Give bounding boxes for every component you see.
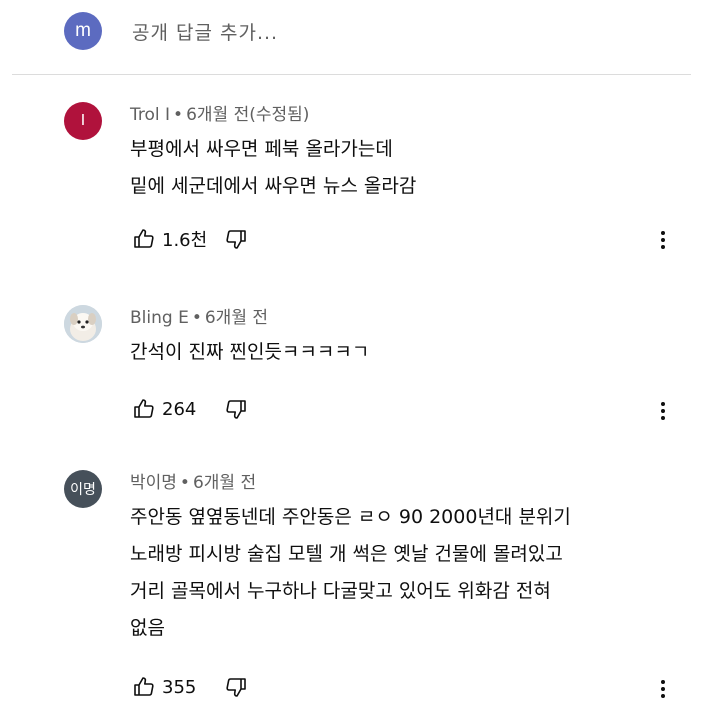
comment-time[interactable]: 6개월 전(수정됨) [186, 105, 309, 125]
comment-meta: Bling E • 6개월 전 [130, 308, 268, 328]
comment-actions: 355 [132, 675, 248, 699]
more-vertical-icon[interactable] [661, 679, 665, 699]
author-name[interactable]: Trol I [130, 105, 170, 125]
comment-line: 주안동 옆옆동넨데 주안동은 ㄹㅇ 90 2000년대 분위기 [130, 506, 571, 528]
like-count: 1.6천 [162, 230, 208, 251]
comment-time[interactable]: 6개월 전 [193, 473, 256, 493]
add-reply-bar[interactable]: m 공개 답글 추가... [64, 12, 278, 50]
thumbs-down-icon[interactable] [224, 675, 248, 699]
divider [12, 74, 691, 75]
avatar[interactable] [64, 305, 102, 343]
more-vertical-icon[interactable] [661, 230, 665, 250]
comment-actions: 1.6천 [132, 226, 248, 252]
comment-line: 밑에 세군데에서 싸우면 뉴스 올라감 [130, 175, 417, 197]
thumbs-up-icon[interactable] [132, 397, 156, 421]
thumbs-up-icon[interactable] [132, 227, 156, 251]
comment-text: 간석이 진짜 찐인듯ㅋㅋㅋㅋㄱ [130, 334, 667, 371]
comment-line: 거리 골목에서 누구하나 다굴맞고 있어도 위화감 전혀 [130, 580, 551, 602]
comment-line: 간석이 진짜 찐인듯ㅋㅋㅋㅋㄱ [130, 341, 370, 363]
more-vertical-icon[interactable] [661, 401, 665, 421]
avatar[interactable]: 이명 [64, 470, 102, 508]
thumbs-down-icon[interactable] [224, 397, 248, 421]
comment-line: 부평에서 싸우면 페북 올라가는데 [130, 138, 393, 160]
thumbs-down-icon[interactable] [224, 227, 248, 251]
author-name[interactable]: Bling E [130, 308, 189, 328]
comment-meta: Trol I • 6개월 전(수정됨) [130, 105, 310, 125]
comment-line: 노래방 피시방 술집 모텔 개 썩은 옛날 건물에 몰려있고 [130, 543, 563, 565]
comment-line: 없음 [130, 617, 165, 639]
comment-text: 주안동 옆옆동넨데 주안동은 ㄹㅇ 90 2000년대 분위기 노래방 피시방 … [130, 499, 667, 647]
comment-time[interactable]: 6개월 전 [205, 308, 268, 328]
thumbs-up-icon[interactable] [132, 675, 156, 699]
like-count: 264 [162, 398, 197, 420]
avatar[interactable]: I [64, 102, 102, 140]
author-name[interactable]: 박이명 [130, 473, 177, 493]
like-count: 355 [162, 676, 197, 698]
reply-input[interactable]: 공개 답글 추가... [132, 18, 278, 45]
comment-text: 부평에서 싸우면 페북 올라가는데 밑에 세군데에서 싸우면 뉴스 올라감 [130, 131, 667, 205]
comment-meta: 박이명 • 6개월 전 [130, 473, 257, 493]
comment-actions: 264 [132, 397, 248, 421]
current-user-avatar: m [64, 12, 102, 50]
dog-photo-icon [64, 305, 102, 343]
